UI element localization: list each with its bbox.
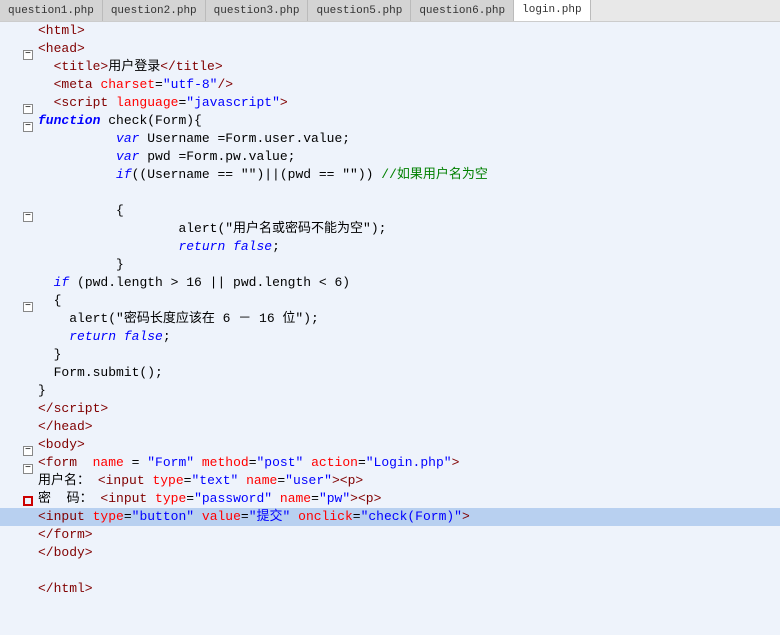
code-text: <input type="button" value="提交" onclick=… xyxy=(36,508,780,526)
code-line-3: <title>用户登录</title> xyxy=(0,58,780,76)
code-text: { xyxy=(36,202,780,220)
code-line-31 xyxy=(0,562,780,580)
tab-question5_php[interactable]: question5.php xyxy=(308,0,411,21)
code-content: <html>−<head> <title>用户登录</title> <meta … xyxy=(0,22,780,635)
code-line-8: var pwd =Form.pw.value; xyxy=(0,148,780,166)
code-text: <form name = "Form" method="post" action… xyxy=(36,454,780,472)
code-area: <html>−<head> <title>用户登录</title> <meta … xyxy=(0,22,780,635)
code-text: alert("用户名或密码不能为空"); xyxy=(36,220,780,238)
code-line-1: <html> xyxy=(0,22,780,40)
code-line-7: var Username =Form.user.value; xyxy=(0,130,780,148)
tab-login_php[interactable]: login.php xyxy=(514,0,590,21)
code-line-21: } xyxy=(0,382,780,400)
collapse-button[interactable]: − xyxy=(23,50,33,60)
collapse-gutter: − xyxy=(22,292,36,310)
code-line-10 xyxy=(0,184,780,202)
code-text: <head> xyxy=(36,40,780,58)
code-text: </body> xyxy=(36,544,780,562)
collapse-button[interactable]: − xyxy=(23,122,33,132)
code-text: </form> xyxy=(36,526,780,544)
code-line-32: </html> xyxy=(0,580,780,598)
code-text: 密 码： <input type="password" name="pw"><p… xyxy=(36,490,780,508)
code-text: </head> xyxy=(36,418,780,436)
code-line-28: <input type="button" value="提交" onclick=… xyxy=(0,508,780,526)
code-line-9: if((Username == "")||(pwd == "")) //如果用户… xyxy=(0,166,780,184)
code-text: if (pwd.length > 16 || pwd.length < 6) xyxy=(36,274,780,292)
code-line-4: <meta charset="utf-8"/> xyxy=(0,76,780,94)
code-text: var pwd =Form.pw.value; xyxy=(36,148,780,166)
code-text: return false; xyxy=(36,238,780,256)
code-line-22: </script> xyxy=(0,400,780,418)
code-line-6: −function check(Form){ xyxy=(0,112,780,130)
code-text: } xyxy=(36,346,780,364)
code-line-29: </form> xyxy=(0,526,780,544)
code-line-11: − { xyxy=(0,202,780,220)
tab-question1_php[interactable]: question1.php xyxy=(0,0,103,21)
code-line-14: } xyxy=(0,256,780,274)
code-text: <body> xyxy=(36,436,780,454)
collapse-button[interactable]: − xyxy=(23,212,33,222)
tab-question2_php[interactable]: question2.php xyxy=(103,0,206,21)
code-text: if((Username == "")||(pwd == "")) //如果用户… xyxy=(36,166,780,184)
code-line-5: − <script language="javascript"> xyxy=(0,94,780,112)
collapse-gutter: − xyxy=(22,202,36,220)
code-text: Form.submit(); xyxy=(36,364,780,382)
code-line-26: 用户名： <input type="text" name="user"><p> xyxy=(0,472,780,490)
code-line-24: −<body> xyxy=(0,436,780,454)
code-line-13: return false; xyxy=(0,238,780,256)
collapse-gutter: − xyxy=(22,436,36,454)
code-text: function check(Form){ xyxy=(36,112,780,130)
collapse-button[interactable]: − xyxy=(23,302,33,312)
code-text: return false; xyxy=(36,328,780,346)
code-text: <meta charset="utf-8"/> xyxy=(36,76,780,94)
code-text: <script language="javascript"> xyxy=(36,94,780,112)
collapse-gutter: − xyxy=(22,40,36,58)
code-line-16: − { xyxy=(0,292,780,310)
code-text: alert("密码长度应该在 6 － 16 位"); xyxy=(36,310,780,328)
tab-question3_php[interactable]: question3.php xyxy=(206,0,309,21)
collapse-box xyxy=(23,496,33,506)
code-text: </html> xyxy=(36,580,780,598)
code-line-17: alert("密码长度应该在 6 － 16 位"); xyxy=(0,310,780,328)
code-text: } xyxy=(36,382,780,400)
code-text: } xyxy=(36,256,780,274)
code-line-19: } xyxy=(0,346,780,364)
code-line-20: Form.submit(); xyxy=(0,364,780,382)
code-text: var Username =Form.user.value; xyxy=(36,130,780,148)
collapse-button[interactable]: − xyxy=(23,464,33,474)
code-line-30: </body> xyxy=(0,544,780,562)
code-text: { xyxy=(36,292,780,310)
collapse-gutter: − xyxy=(22,454,36,472)
code-line-18: return false; xyxy=(0,328,780,346)
code-line-2: −<head> xyxy=(0,40,780,58)
collapse-gutter: − xyxy=(22,112,36,130)
code-text: <html> xyxy=(36,22,780,40)
code-text: </script> xyxy=(36,400,780,418)
code-line-27: 密 码： <input type="password" name="pw"><p… xyxy=(0,490,780,508)
code-line-12: alert("用户名或密码不能为空"); xyxy=(0,220,780,238)
collapse-gutter xyxy=(22,490,36,508)
tab-question6_php[interactable]: question6.php xyxy=(411,0,514,21)
code-line-23: </head> xyxy=(0,418,780,436)
code-line-15: if (pwd.length > 16 || pwd.length < 6) xyxy=(0,274,780,292)
code-text: <title>用户登录</title> xyxy=(36,58,780,76)
code-text: 用户名： <input type="text" name="user"><p> xyxy=(36,472,780,490)
tab-bar: question1.phpquestion2.phpquestion3.phpq… xyxy=(0,0,780,22)
collapse-gutter: − xyxy=(22,94,36,112)
code-line-25: −<form name = "Form" method="post" actio… xyxy=(0,454,780,472)
code-text xyxy=(36,184,780,202)
